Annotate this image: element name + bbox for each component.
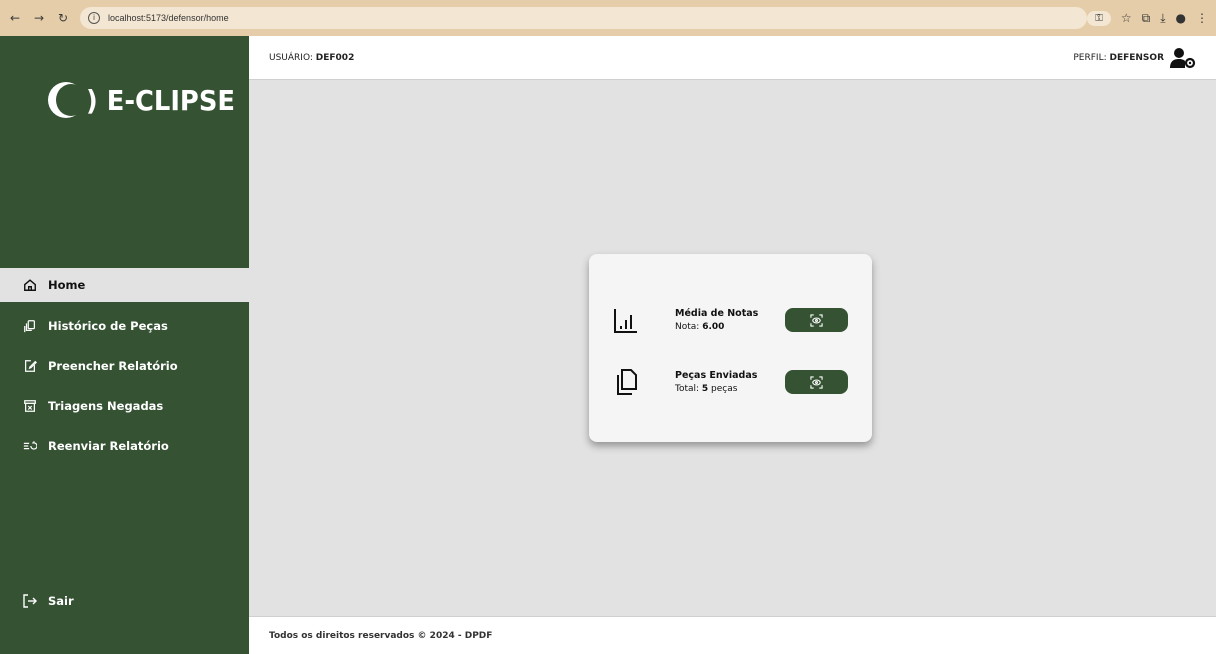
stat-title: Peças Enviadas	[675, 370, 758, 381]
copyright-text: Todos os direitos reservados © 2024 - DP…	[269, 630, 493, 641]
download-icon[interactable]: ⤓	[1160, 11, 1165, 26]
stat-value-line: Total: 5 peças	[675, 384, 738, 394]
sent-pieces-stat: Peças Enviadas Total: 5 peças	[613, 362, 853, 402]
profile-value: DEFENSOR	[1109, 52, 1164, 63]
forward-icon[interactable]: →	[32, 11, 46, 25]
logout-icon	[22, 593, 38, 609]
view-icon	[810, 375, 823, 389]
average-grade-text: Média de Notas Nota: 6.00	[675, 308, 785, 332]
sidebar: ) E-CLIPSE Home Histórico de Peças Preen…	[0, 36, 249, 654]
profile-avatar-icon[interactable]: ●	[1176, 11, 1186, 25]
bar-chart-icon	[614, 309, 637, 333]
reload-icon[interactable]: ↻	[56, 11, 70, 25]
brand-logo: ) E-CLIPSE	[48, 82, 248, 118]
browser-menu-icon[interactable]: ⋮	[1196, 11, 1208, 25]
sidebar-item-home[interactable]: Home	[0, 268, 249, 302]
brand-name: ) E-CLIPSE	[86, 83, 235, 117]
sidebar-item-preencher[interactable]: Preencher Relatório	[0, 348, 249, 384]
browser-nav: ← → ↻	[8, 11, 70, 25]
logout-label: Sair	[48, 594, 74, 608]
view-icon	[810, 313, 823, 327]
edit-report-icon	[22, 358, 38, 374]
resend-icon	[22, 438, 38, 454]
denied-box-icon	[22, 398, 38, 414]
user-value: DEF002	[315, 52, 355, 63]
stat-value-line: Nota: 6.00	[675, 322, 725, 332]
documents-icon	[617, 369, 637, 395]
browser-actions: ⚿ ☆ ⧉ ⤓ ● ⋮	[1087, 10, 1208, 26]
profile-label: PERFIL:	[1073, 52, 1110, 63]
profile-info: PERFIL: DEFENSOR	[1073, 47, 1196, 69]
user-settings-icon[interactable]	[1170, 47, 1196, 69]
browser-toolbar: ← → ↻ i localhost:5173/defensor/home ⚿ ☆…	[0, 0, 1216, 36]
footer: Todos os direitos reservados © 2024 - DP…	[249, 616, 1216, 654]
user-label: USUÁRIO:	[269, 52, 316, 63]
stats-card: Média de Notas Nota: 6.00 Peças Enviadas…	[589, 254, 872, 442]
average-grade-value: 6.00	[702, 322, 725, 332]
url-text: localhost:5173/defensor/home	[108, 13, 229, 23]
bookmark-star-icon[interactable]: ☆	[1121, 11, 1132, 25]
average-grade-stat: Média de Notas Nota: 6.00	[613, 300, 853, 340]
view-pieces-button[interactable]	[785, 370, 848, 394]
user-info: USUÁRIO: DEF002	[269, 53, 354, 63]
view-average-button[interactable]	[785, 308, 848, 332]
address-bar[interactable]: i localhost:5173/defensor/home	[80, 7, 1088, 29]
sidebar-item-label: Triagens Negadas	[48, 399, 164, 413]
site-info-icon[interactable]: i	[88, 12, 100, 24]
back-icon[interactable]: ←	[8, 11, 22, 25]
main-content: Média de Notas Nota: 6.00 Peças Enviadas…	[249, 80, 1216, 616]
history-pieces-icon	[22, 318, 38, 334]
sidebar-item-reenviar[interactable]: Reenviar Relatório	[0, 428, 249, 464]
stat-title: Média de Notas	[675, 308, 759, 319]
sidebar-menu: Home Histórico de Peças Preencher Relató…	[0, 268, 249, 468]
sidebar-item-label: Home	[48, 278, 86, 292]
password-key-icon[interactable]: ⚿	[1087, 10, 1111, 26]
sidebar-item-triagens[interactable]: Triagens Negadas	[0, 388, 249, 424]
extensions-icon[interactable]: ⧉	[1142, 11, 1151, 26]
sidebar-item-label: Preencher Relatório	[48, 359, 178, 373]
top-header: USUÁRIO: DEF002 PERFIL: DEFENSOR	[249, 36, 1216, 80]
sent-pieces-text: Peças Enviadas Total: 5 peças	[675, 370, 785, 394]
sidebar-item-label: Reenviar Relatório	[48, 439, 169, 453]
logout-button[interactable]: Sair	[22, 593, 74, 609]
sidebar-item-label: Histórico de Peças	[48, 319, 168, 333]
moon-logo-icon	[48, 82, 86, 118]
home-icon	[22, 277, 38, 293]
sidebar-item-historico[interactable]: Histórico de Peças	[0, 308, 249, 344]
